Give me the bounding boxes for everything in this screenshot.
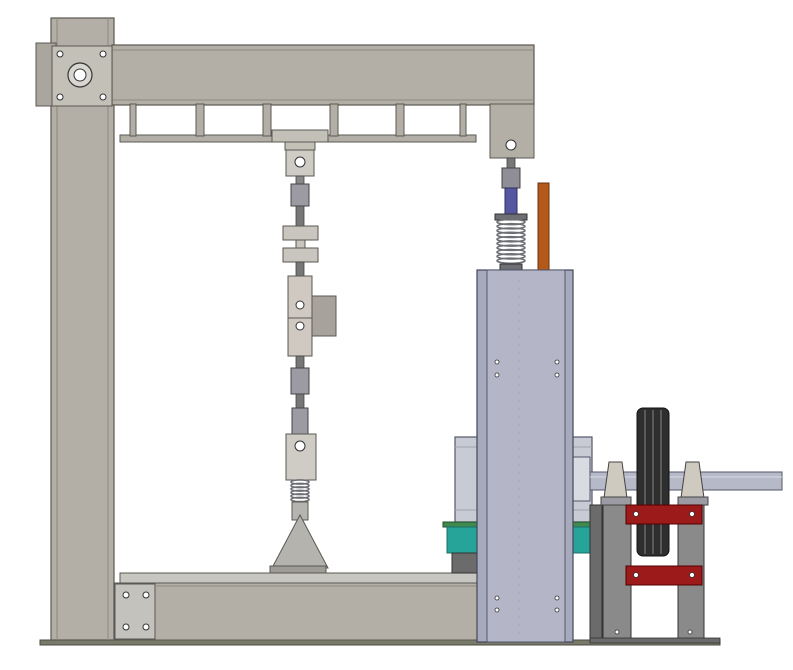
load-string-left <box>269 141 337 574</box>
guide-rod <box>537 182 550 276</box>
v-belt-pulley <box>636 407 670 557</box>
vertical-column-left <box>35 17 115 641</box>
coil-spring-coil <box>496 218 526 265</box>
test-rig-drawing <box>0 0 793 670</box>
load-string-right <box>489 103 535 189</box>
coil-lower-coil <box>290 479 310 503</box>
coil-turn <box>290 496 310 503</box>
hanging-bracket-truss <box>119 103 477 143</box>
vertical-housing <box>476 269 574 643</box>
top-crossbeam <box>51 44 535 107</box>
coil-turn <box>496 257 526 265</box>
spring-damper <box>494 187 528 273</box>
rig-svg <box>35 17 783 646</box>
